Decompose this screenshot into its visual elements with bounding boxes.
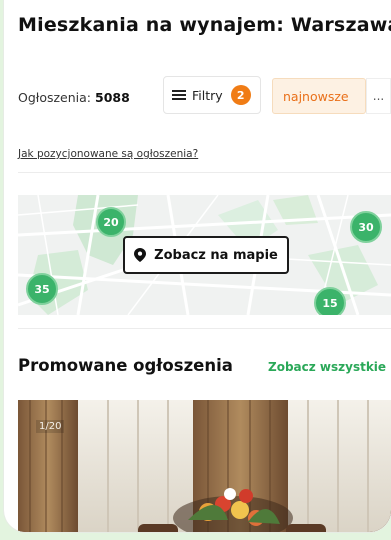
see-all-link[interactable]: Zobacz wszystkie bbox=[268, 360, 386, 374]
map-cluster-marker[interactable]: 20 bbox=[96, 207, 126, 237]
view-on-map-button[interactable]: Zobacz na mapie bbox=[123, 236, 289, 274]
map-cluster-marker[interactable]: 35 bbox=[26, 273, 58, 305]
listing-count-label: Ogłoszenia: bbox=[18, 90, 92, 105]
ranking-info-link[interactable]: Jak pozycjonowane są ogłoszenia? bbox=[18, 148, 198, 160]
listing-photo[interactable] bbox=[18, 400, 391, 532]
sort-button[interactable]: najnowsze bbox=[272, 78, 366, 114]
promoted-section-title: Promowane ogłoszenia bbox=[18, 356, 233, 375]
view-on-map-label: Zobacz na mapie bbox=[154, 247, 278, 263]
more-options-button[interactable]: ... bbox=[366, 78, 391, 114]
page-title: Mieszkania na wynajem: Warszawa bbox=[18, 14, 391, 36]
listing-count-value: 5088 bbox=[95, 90, 130, 105]
divider bbox=[18, 328, 391, 329]
phone-screen: Mieszkania na wynajem: Warszawa Ogłoszen… bbox=[4, 0, 391, 532]
map-cluster-marker[interactable]: 15 bbox=[314, 287, 346, 315]
filters-label: Filtry bbox=[192, 87, 223, 103]
photo-counter: 1/20 bbox=[36, 420, 65, 433]
filters-button[interactable]: Filtry 2 bbox=[163, 76, 261, 114]
listing-photo-image bbox=[18, 400, 391, 532]
map-cluster-marker[interactable]: 30 bbox=[350, 211, 382, 243]
filters-icon bbox=[172, 89, 186, 101]
listing-count: Ogłoszenia: 5088 bbox=[18, 90, 130, 105]
filters-count-badge: 2 bbox=[230, 85, 251, 105]
map-pin-icon bbox=[134, 248, 147, 262]
divider bbox=[18, 172, 391, 173]
